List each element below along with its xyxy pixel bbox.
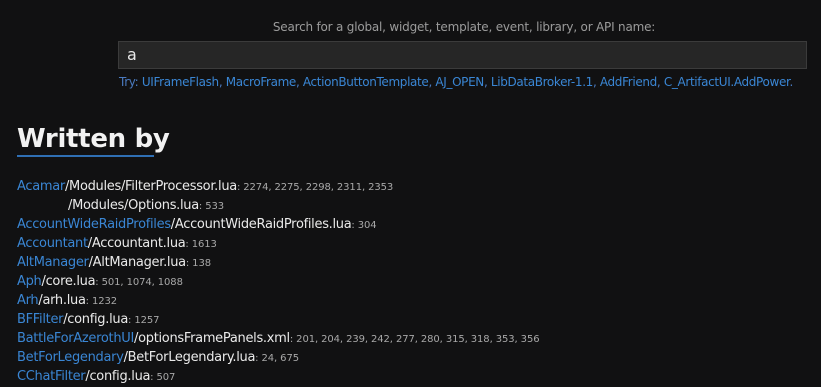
suggestion-link[interactable]: AJ_OPEN — [435, 75, 484, 89]
line-numbers: : 2274, 2275, 2298, 2311, 2353 — [236, 182, 394, 193]
suggestion-link[interactable]: MacroFrame — [226, 75, 297, 89]
line-numbers: : 1257 — [128, 315, 160, 326]
file-path[interactable]: /config.lua — [85, 369, 150, 384]
file-path[interactable]: /AccountWideRaidProfiles.lua — [171, 217, 352, 232]
file-path[interactable]: /Modules/FilterProcessor.lua — [65, 179, 237, 194]
suggestion-link[interactable]: ActionButtonTemplate — [303, 75, 429, 89]
list-item: AltManager/AltManager.lua: 138 — [17, 253, 539, 272]
search-input[interactable]: a — [118, 41, 807, 69]
list-item: CChatFilter/config.lua: 507 — [17, 367, 539, 386]
line-numbers: : 501, 1074, 1088 — [95, 277, 183, 288]
search-suggestions: Try: UIFrameFlash, MacroFrame, ActionBut… — [119, 75, 793, 89]
list-item: BetForLegendary/BetForLegendary.lua: 24,… — [17, 348, 539, 367]
addon-link[interactable]: BFFilter — [17, 312, 64, 327]
addon-link[interactable]: AccountWideRaidProfiles — [17, 217, 171, 232]
list-item: Aph/core.lua: 501, 1074, 1088 — [17, 272, 539, 291]
file-path[interactable]: /config.lua — [63, 312, 128, 327]
list-item: Acamar/Modules/FilterProcessor.lua: 2274… — [17, 177, 539, 196]
addon-link[interactable]: BetForLegendary — [17, 350, 124, 365]
list-item: AccountWideRaidProfiles/AccountWideRaidP… — [17, 215, 539, 234]
suggestion-link[interactable]: C_ArtifactUI.AddPower — [664, 75, 790, 89]
list-item: /Modules/Options.lua: 533 — [17, 196, 539, 215]
file-path[interactable]: /core.lua — [41, 274, 95, 289]
list-item: Accountant/Accountant.lua: 1613 — [17, 234, 539, 253]
file-path[interactable]: /optionsFramePanels.xml — [134, 331, 290, 346]
line-numbers: : 201, 204, 239, 242, 277, 280, 315, 318… — [289, 334, 540, 345]
file-path[interactable]: /AltManager.lua — [89, 255, 187, 270]
addon-link[interactable]: Acamar — [17, 179, 65, 194]
search-prompt: Search for a global, widget, template, e… — [272, 20, 656, 34]
line-numbers: : 138 — [185, 258, 211, 269]
line-numbers: : 1232 — [85, 296, 118, 307]
section-title: Written by — [17, 124, 170, 154]
try-label: Try: — [119, 75, 139, 89]
addon-link[interactable]: Aph — [17, 274, 42, 289]
line-numbers: : 507 — [150, 372, 176, 383]
suggestion-link[interactable]: AddFriend — [600, 75, 657, 89]
line-numbers: : 533 — [198, 201, 225, 212]
page: { "search": { "prompt": "Search for a gl… — [0, 0, 821, 387]
addon-link[interactable]: Arh — [17, 293, 39, 308]
addon-link[interactable]: Accountant — [17, 236, 88, 251]
suggestion-link[interactable]: LibDataBroker-1.1 — [491, 75, 593, 89]
results-list: Acamar/Modules/FilterProcessor.lua: 2274… — [17, 177, 540, 386]
line-numbers: : 304 — [351, 220, 377, 231]
addon-link[interactable]: BattleForAzerothUI — [17, 331, 134, 346]
list-item: BattleForAzerothUI/optionsFramePanels.xm… — [17, 329, 540, 348]
line-numbers: : 1613 — [185, 239, 217, 250]
addon-link[interactable]: AltManager — [17, 255, 89, 270]
title-underline — [17, 155, 154, 157]
list-item: Arh/arh.lua: 1232 — [17, 291, 539, 310]
line-numbers: : 24, 675 — [255, 353, 299, 364]
file-path[interactable]: /Modules/Options.lua — [68, 198, 199, 213]
file-path[interactable]: /arh.lua — [38, 293, 86, 308]
file-path[interactable]: /BetForLegendary.lua — [124, 350, 256, 365]
addon-link[interactable]: CChatFilter — [17, 369, 86, 384]
list-item: BFFilter/config.lua: 1257 — [17, 310, 539, 329]
file-path[interactable]: /Accountant.lua — [88, 236, 186, 251]
suggestion-link[interactable]: UIFrameFlash — [142, 75, 219, 89]
